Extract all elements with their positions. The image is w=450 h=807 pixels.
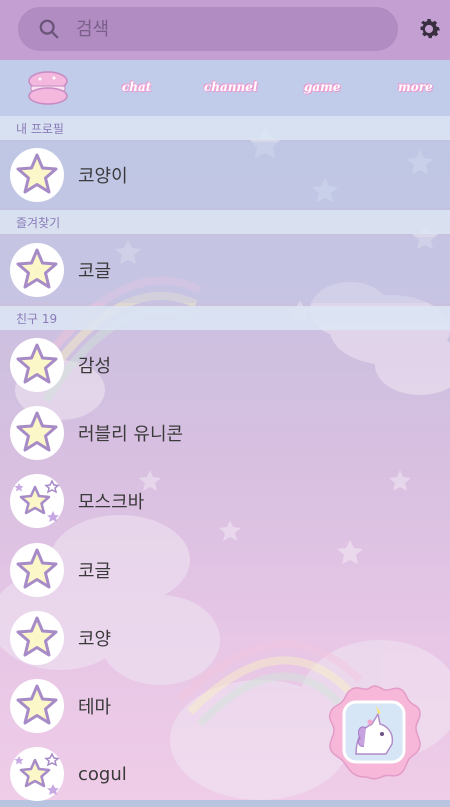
- search-bar[interactable]: [18, 7, 398, 51]
- tab-more[interactable]: more: [398, 80, 433, 94]
- top-bar: [0, 0, 450, 60]
- avatar: [10, 406, 64, 460]
- section-header-favorites: 즐겨찾기: [0, 210, 450, 234]
- star-icon: [16, 684, 58, 725]
- favorite-name: 코글: [78, 261, 112, 282]
- avatar: [10, 338, 64, 392]
- friend-name: 러블리 유니콘: [78, 424, 184, 445]
- star-icon: [16, 548, 58, 589]
- friend-name: 모스크바: [78, 492, 145, 513]
- star-cluster-icon: [14, 752, 60, 795]
- star-cluster-icon: [14, 479, 60, 522]
- friend-row[interactable]: 코양: [0, 605, 450, 671]
- section-header-friends: 친구 19: [0, 306, 450, 330]
- tab-bar: chat channel game more: [0, 60, 450, 116]
- tab-channel[interactable]: channel: [204, 80, 257, 94]
- avatar: [10, 611, 64, 665]
- favorite-row[interactable]: 코글: [0, 237, 450, 303]
- section-label: 즐겨찾기: [16, 215, 61, 230]
- section-header-my-profile: 내 프로필: [0, 116, 450, 140]
- star-icon: [16, 616, 58, 657]
- friend-row[interactable]: 코글: [0, 537, 450, 603]
- section-label: 내 프로필: [16, 121, 64, 136]
- tab-game[interactable]: game: [304, 80, 341, 94]
- avatar: [10, 679, 64, 733]
- profile-name: 코양이: [78, 166, 128, 187]
- avatar: [10, 474, 64, 528]
- friend-name: 코글: [78, 561, 112, 582]
- friend-row[interactable]: 감성: [0, 332, 450, 398]
- search-input[interactable]: [74, 17, 358, 41]
- avatar: [10, 148, 64, 202]
- friend-row[interactable]: 모스크바: [0, 468, 450, 534]
- macaron-icon[interactable]: [26, 70, 70, 106]
- tab-chat[interactable]: chat: [122, 80, 151, 94]
- gear-icon[interactable]: [415, 15, 443, 43]
- friend-name: 코양: [78, 629, 112, 650]
- star-icon: [16, 153, 58, 194]
- star-icon: [16, 411, 58, 452]
- search-icon: [39, 19, 59, 39]
- friend-name: 감성: [78, 356, 112, 377]
- unicorn-fab-button[interactable]: [326, 684, 422, 780]
- profile-row[interactable]: 코양이: [0, 142, 450, 208]
- star-icon: [16, 343, 58, 384]
- friend-row[interactable]: 러블리 유니콘: [0, 400, 450, 466]
- friend-name: cogul: [78, 763, 127, 785]
- avatar: [10, 543, 64, 597]
- avatar: [10, 243, 64, 297]
- section-label: 친구 19: [16, 311, 58, 326]
- friend-name: 테마: [78, 697, 112, 718]
- avatar: [10, 747, 64, 801]
- star-icon: [16, 248, 58, 289]
